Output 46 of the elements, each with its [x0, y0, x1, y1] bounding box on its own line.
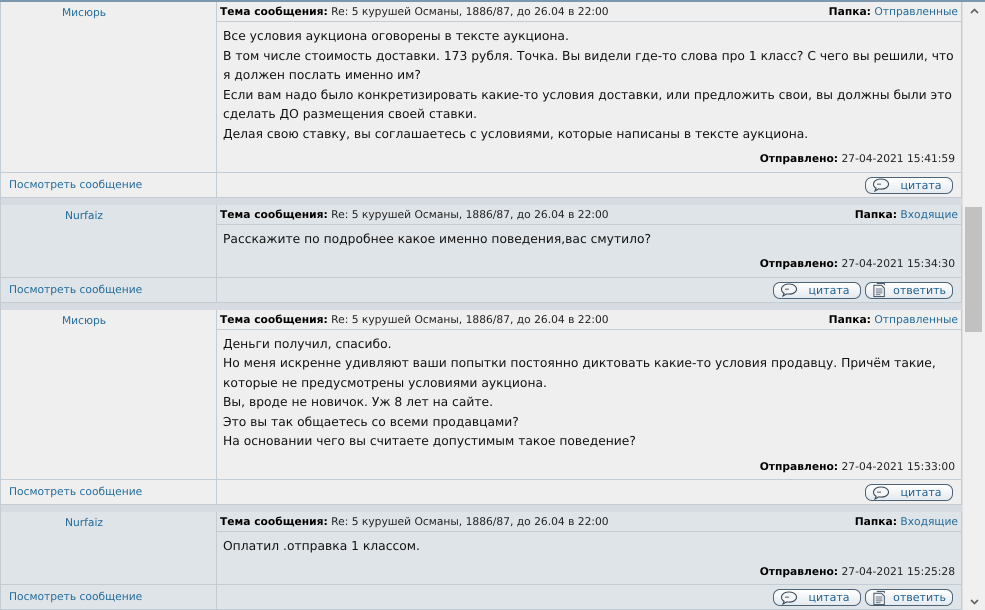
- view-message-link[interactable]: Посмотреть сообщение: [9, 282, 142, 296]
- sent-date: Отправлено: 27-04-2021 15:41:59: [758, 151, 955, 167]
- speech-bubble-icon: [872, 486, 890, 500]
- message-text: Если вам надо было конкретизировать какие-то условия доставки, или предложить свои, вы должны были это сделать ДО размещения своей ставки.: [223, 86, 953, 123]
- message-text: Расскажите по подробнее какое именно поведения,вас смутило?: [223, 230, 652, 248]
- message-text: Оплатил .отправка 1 классом.: [223, 538, 421, 555]
- author-name[interactable]: Мисюрь: [1, 6, 167, 19]
- message-folder: Папка: Входящие: [854, 208, 958, 220]
- message-text: Но меня искренне удивляют ваши попытки постоянно диктовать какие-то условия продавцу. Причём такие, которые не предусмотрены условиями аукциона.: [223, 355, 937, 392]
- author-name[interactable]: Nurfaiz: [1, 516, 167, 529]
- sent-date: Отправлено: 27-04-2021 15:25:28: [758, 564, 955, 580]
- sent-date: Отправлено: 27-04-2021 15:33:00: [758, 458, 955, 474]
- message-folder: Папка: Отправленные: [828, 5, 958, 18]
- view-message-link[interactable]: Посмотреть сообщение: [9, 590, 142, 603]
- scroll-up-icon[interactable]: [970, 8, 978, 14]
- view-message-link[interactable]: Посмотреть сообщение: [9, 485, 142, 498]
- sent-date: Отправлено: 27-04-2021 15:34:30: [758, 256, 955, 272]
- message-text: Это вы так общаетесь со всеми продавцами?: [223, 414, 520, 430]
- message-text: Делая свою ставку, вы соглашаетесь с условиями, которые написаны в тексте аукциона.: [223, 126, 810, 142]
- message-folder: Папка: Входящие: [854, 515, 958, 528]
- scroll-down-icon[interactable]: [970, 598, 978, 604]
- speech-bubble-icon: [872, 178, 890, 192]
- message-subject: Тема сообщения: Re: 5 курушей Османы, 1886/87, до 26.04 в 22:00: [220, 208, 609, 220]
- message-subject: Тема сообщения: Re: 5 курушей Османы, 1886/87, до 26.04 в 22:00: [220, 5, 609, 18]
- message-text: Все условия аукциона оговорены в тексте аукциона.: [223, 28, 570, 45]
- author-name[interactable]: Nurfaiz: [1, 208, 167, 222]
- view-message-link[interactable]: Посмотреть сообщение: [9, 178, 142, 190]
- quote-button[interactable]: цитата: [773, 282, 861, 298]
- quote-button[interactable]: цитата: [865, 484, 953, 501]
- speech-bubble-icon: [780, 590, 798, 604]
- message-text: На основании чего вы считаете допустимым такое поведение?: [223, 433, 637, 450]
- message-text: В том числе стоимость доставки. 173 рубля. Точка. Вы видели где-то слова про 1 класс? С чего вы решили, что я должен послать именно им?: [223, 48, 955, 84]
- speech-bubble-icon: [780, 283, 798, 297]
- message-subject: Тема сообщения: Re: 5 курушей Османы, 1886/87, до 26.04 в 22:00: [220, 515, 609, 528]
- reply-button[interactable]: ответить: [865, 589, 953, 606]
- scrollbar-thumb[interactable]: [965, 207, 982, 332]
- quote-button[interactable]: цитата: [773, 589, 861, 606]
- message-text: Вы, вроде не новичок. Уж 8 лет на сайте.: [223, 394, 494, 411]
- message-subject: Тема сообщения: Re: 5 курушей Османы, 1886/87, до 26.04 в 22:00: [220, 312, 609, 326]
- author-name[interactable]: Мисюрь: [1, 314, 167, 326]
- quote-button[interactable]: цитата: [865, 176, 953, 194]
- document-icon: [872, 590, 888, 606]
- message-text: Деньги получил, спасибо.: [223, 336, 393, 352]
- document-icon: [872, 282, 888, 298]
- reply-button[interactable]: ответить: [865, 282, 953, 298]
- message-folder: Папка: Отправленные: [828, 312, 958, 326]
